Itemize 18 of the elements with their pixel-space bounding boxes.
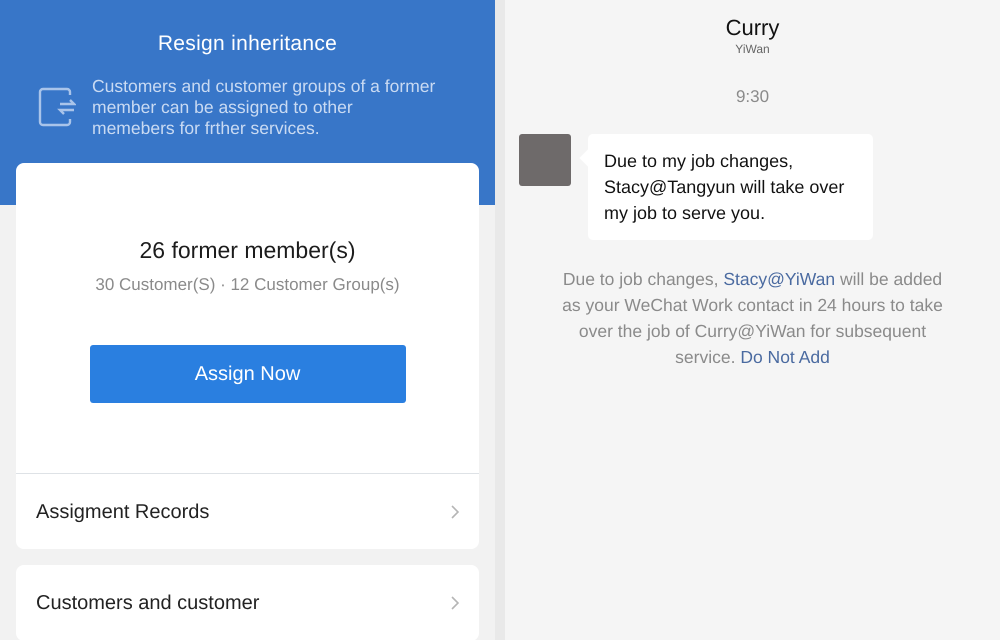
assign-button[interactable]: Assign Now bbox=[90, 345, 406, 403]
contact-name: Curry bbox=[726, 16, 780, 40]
menu-item[interactable]: Assigment Records bbox=[16, 473, 479, 549]
summary-title: 26 former member(s) bbox=[140, 236, 356, 265]
notice-text: Due to job changes, Stacy@YiWan will be added as your WeChat Work contact in 24 hours to take over the job of Curry@YiWan for subsequent service. Do Not Add bbox=[561, 268, 944, 368]
notice-link[interactable]: Do Not Add bbox=[740, 346, 830, 366]
page-title: Resign inheritance bbox=[156, 31, 338, 57]
description-text: Customers and customer groups of a former member can be assigned to other memebers for frther services. bbox=[92, 76, 436, 138]
menu-item[interactable]: Customers and customer bbox=[16, 565, 479, 640]
notice-link[interactable]: Stacy@YiWan bbox=[723, 268, 836, 288]
message-bubble: Due to my job changes, Stacy@Tangyun will take over my job to serve you. bbox=[588, 134, 873, 240]
transfer-icon bbox=[38, 87, 76, 127]
chevron-icon bbox=[451, 504, 459, 518]
summary-stats: 30 Customer(S) · 12 Customer Group(s) bbox=[95, 274, 400, 296]
chevron-icon bbox=[451, 596, 459, 610]
contact-org: YiWan bbox=[735, 41, 770, 58]
message-time: 9:30 bbox=[736, 86, 770, 108]
avatar-photo-placeholder bbox=[519, 134, 571, 186]
